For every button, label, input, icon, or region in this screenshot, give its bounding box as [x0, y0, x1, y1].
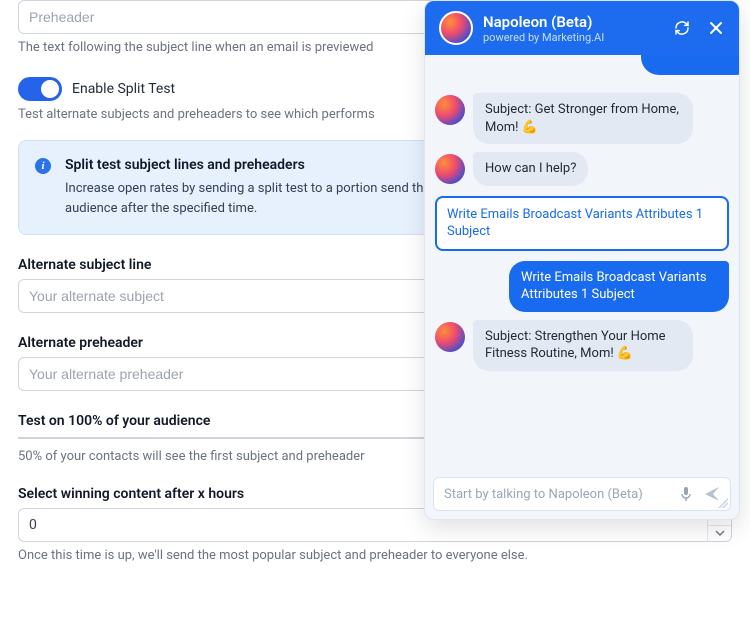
- toggle-knob: [41, 80, 59, 98]
- chat-header-avatar: [439, 11, 473, 45]
- close-icon[interactable]: [707, 19, 725, 37]
- resize-grip-icon[interactable]: [718, 498, 728, 508]
- chat-message-bot: How can I help?: [435, 152, 729, 186]
- microphone-icon[interactable]: [678, 486, 694, 502]
- chat-command-box[interactable]: Write Emails Broadcast Variants Attribut…: [435, 196, 729, 251]
- chat-blue-tag: [641, 55, 739, 75]
- split-test-toggle[interactable]: [18, 77, 62, 101]
- chat-bubble-bot: How can I help?: [473, 152, 588, 186]
- chat-subtitle: powered by Marketing.AI: [483, 31, 663, 44]
- refresh-icon[interactable]: [673, 19, 691, 37]
- chat-bubble-bot: Subject: Strengthen Your Home Fitness Ro…: [473, 320, 693, 371]
- stepper-down[interactable]: [708, 526, 731, 542]
- chat-input-placeholder: Start by talking to Napoleon (Beta): [444, 487, 668, 502]
- chat-bubble-user: Write Emails Broadcast Variants Attribut…: [509, 261, 729, 312]
- bot-avatar-icon: [435, 95, 465, 125]
- split-test-toggle-label: Enable Split Test: [72, 81, 175, 97]
- chat-message-user: Write Emails Broadcast Variants Attribut…: [435, 261, 729, 312]
- bot-avatar-icon: [435, 322, 465, 352]
- winning-help: Once this time is up, we'll send the mos…: [18, 548, 732, 563]
- chat-panel: Napoleon (Beta) powered by Marketing.AI …: [424, 0, 740, 520]
- chat-message-bot: Subject: Strengthen Your Home Fitness Ro…: [435, 320, 729, 371]
- chat-bubble-bot: Subject: Get Stronger from Home, Mom! 💪: [473, 93, 693, 144]
- chat-input[interactable]: Start by talking to Napoleon (Beta): [433, 477, 731, 511]
- chat-title-wrap: Napoleon (Beta) powered by Marketing.AI: [483, 13, 663, 44]
- chat-body: Subject: Get Stronger from Home, Mom! 💪 …: [425, 55, 739, 469]
- info-icon: i: [35, 158, 51, 174]
- chat-title: Napoleon (Beta): [483, 13, 663, 31]
- chat-message-bot: Subject: Get Stronger from Home, Mom! 💪: [435, 93, 729, 144]
- bot-avatar-icon: [435, 154, 465, 184]
- chat-header: Napoleon (Beta) powered by Marketing.AI: [425, 1, 739, 55]
